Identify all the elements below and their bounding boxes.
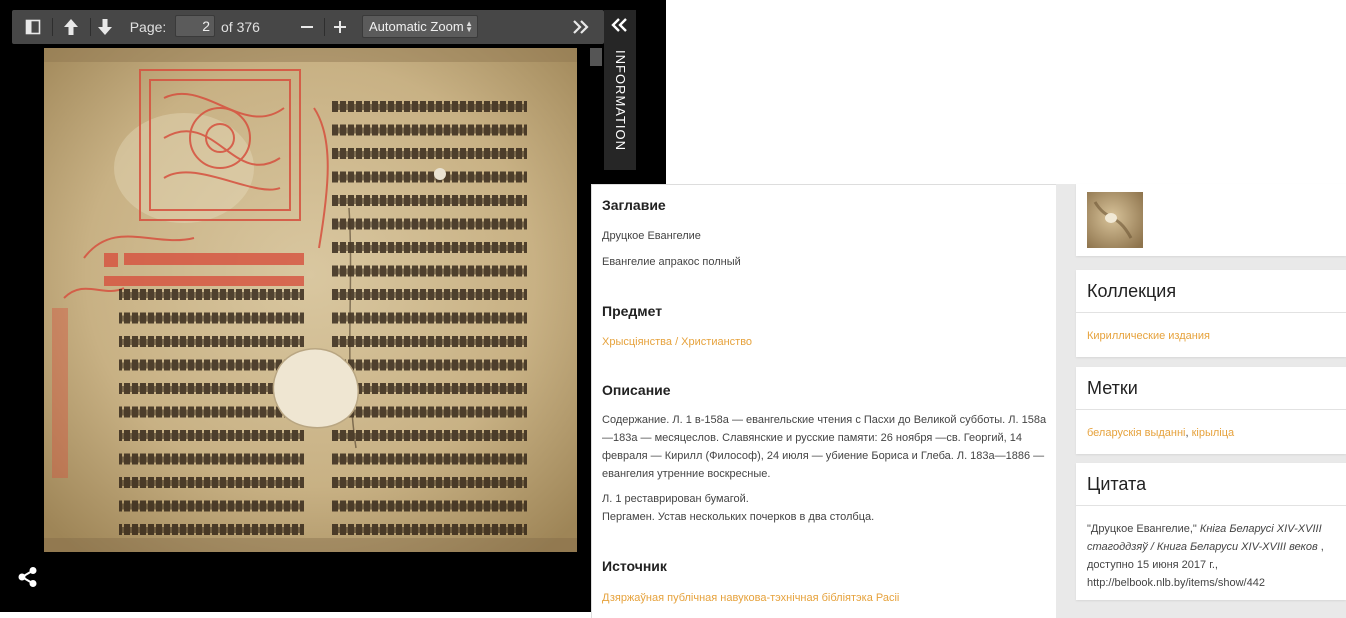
information-panel-tab[interactable]: INFORMATION bbox=[604, 10, 636, 170]
description-text: Л. 1 реставрирован бумагой. bbox=[602, 493, 749, 505]
double-chevron-right-icon bbox=[573, 20, 589, 34]
page-thumbnail[interactable] bbox=[1087, 192, 1143, 248]
viewer-scrollbar[interactable] bbox=[590, 48, 602, 66]
zoom-select[interactable]: Automatic Zoom ▲ ▼ bbox=[362, 15, 478, 38]
sidebar-toggle-icon bbox=[25, 19, 41, 35]
page-label: Page: bbox=[129, 19, 167, 35]
page-number-input[interactable] bbox=[175, 15, 215, 37]
title-value: Евангелие апракос полный bbox=[602, 256, 741, 268]
zoom-select-value: Automatic Zoom bbox=[369, 19, 464, 34]
tag-link[interactable]: кірыліца bbox=[1192, 427, 1235, 439]
title-heading: Заглавие bbox=[602, 197, 666, 213]
viewer-toolbar: Page: of 376 Automatic Zoom ▲▼ bbox=[12, 10, 604, 44]
citation-text: "Друцкое Евангелие," Кніга Беларусі XIV-… bbox=[1076, 506, 1346, 604]
collection-card: Коллекция Кириллические издания bbox=[1076, 270, 1346, 357]
tags-heading: Метки bbox=[1076, 367, 1346, 410]
description-text: Содержание. Л. 1 в-158а — евангельские ч… bbox=[602, 414, 1047, 480]
citation-card: Цитата "Друцкое Евангелие," Кніга Белару… bbox=[1076, 463, 1346, 600]
source-link[interactable]: Дзяржаўная публічная навукова-тэхнічная … bbox=[602, 592, 899, 604]
thumbnail-card bbox=[1076, 184, 1346, 256]
plus-icon bbox=[334, 21, 346, 33]
arrow-up-icon bbox=[64, 19, 78, 35]
next-page-button[interactable] bbox=[94, 10, 116, 44]
zoom-in-button[interactable] bbox=[329, 10, 351, 44]
subject-heading: Предмет bbox=[602, 303, 663, 319]
collection-heading: Коллекция bbox=[1076, 270, 1346, 313]
tags-card: Метки беларускія выданні, кірыліца bbox=[1076, 367, 1346, 454]
sidebar-toggle-button[interactable] bbox=[22, 10, 44, 44]
source-heading: Источник bbox=[602, 558, 667, 574]
description-heading: Описание bbox=[602, 382, 671, 398]
manuscript-page bbox=[44, 48, 577, 552]
share-button[interactable] bbox=[17, 566, 39, 593]
double-chevron-left-icon bbox=[611, 18, 627, 32]
description-text: Пергамен. Устав нескольких почерков в дв… bbox=[602, 511, 875, 523]
arrow-down-icon bbox=[98, 19, 112, 35]
tools-button[interactable] bbox=[568, 10, 594, 44]
citation-quote: "Друцкое Евангелие," bbox=[1087, 523, 1200, 535]
tag-link[interactable]: беларускія выданні bbox=[1087, 427, 1185, 439]
citation-heading: Цитата bbox=[1076, 463, 1346, 506]
title-value: Друцкое Евангелие bbox=[602, 230, 701, 242]
right-sidebar: Коллекция Кириллические издания Метки бе… bbox=[1056, 184, 1346, 618]
document-viewer: Page: of 376 Automatic Zoom ▲▼ bbox=[0, 0, 666, 612]
collapse-panel-button[interactable] bbox=[610, 18, 628, 37]
share-icon bbox=[18, 567, 37, 587]
minus-icon bbox=[301, 26, 313, 28]
page-total: of 376 bbox=[221, 19, 260, 35]
information-label: INFORMATION bbox=[613, 50, 628, 152]
collection-link[interactable]: Кириллические издания bbox=[1087, 330, 1210, 342]
previous-page-button[interactable] bbox=[60, 10, 82, 44]
metadata-panel: Заглавие Друцкое Евангелие Евангелие апр… bbox=[591, 184, 1056, 618]
select-caret-icon: ▲ ▼ bbox=[465, 19, 473, 34]
subject-link[interactable]: Хрысціянства / Христианство bbox=[602, 336, 752, 348]
zoom-out-button[interactable] bbox=[296, 10, 318, 44]
